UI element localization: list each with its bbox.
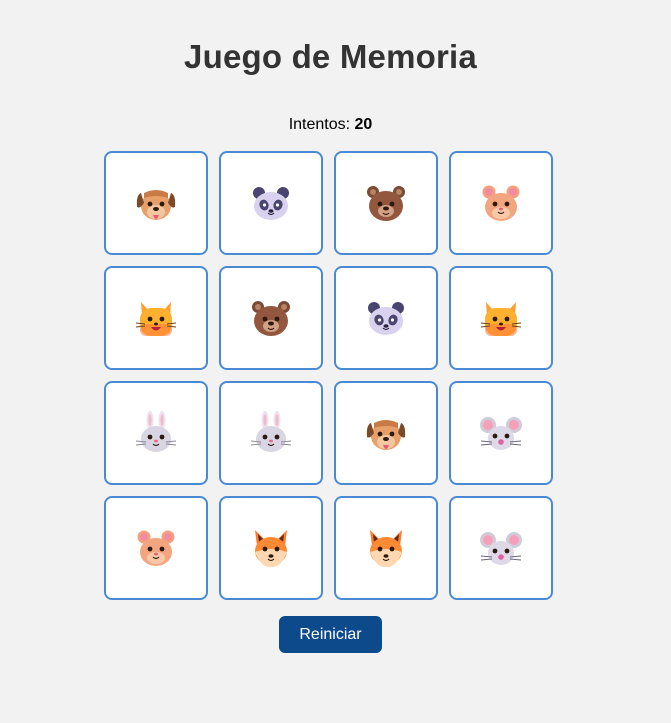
attempts-value: 20 <box>354 116 373 133</box>
memory-card[interactable] <box>449 266 553 370</box>
memory-card[interactable] <box>449 381 553 485</box>
memory-card[interactable] <box>334 151 438 255</box>
memory-card[interactable] <box>449 496 553 600</box>
cat-icon <box>132 294 180 342</box>
page-title: Juego de Memoria <box>184 38 477 75</box>
bear-icon <box>247 294 295 342</box>
memory-card[interactable] <box>219 496 323 600</box>
memory-card[interactable] <box>334 381 438 485</box>
memory-card[interactable] <box>104 266 208 370</box>
cat-icon <box>477 294 525 342</box>
card-grid <box>104 151 553 600</box>
memory-card[interactable] <box>449 151 553 255</box>
memory-game-page: Juego de Memoria Intentos: 20 Reiniciar <box>0 0 671 723</box>
fox-icon <box>362 524 410 572</box>
hamster-icon <box>477 179 525 227</box>
panda-icon <box>247 179 295 227</box>
reset-button[interactable]: Reiniciar <box>279 616 382 653</box>
memory-card[interactable] <box>334 496 438 600</box>
memory-card[interactable] <box>219 381 323 485</box>
memory-card[interactable] <box>104 151 208 255</box>
fox-icon <box>247 524 295 572</box>
rabbit-icon <box>247 409 295 457</box>
memory-card[interactable] <box>219 266 323 370</box>
dog-icon <box>132 179 180 227</box>
memory-card[interactable] <box>219 151 323 255</box>
memory-card[interactable] <box>104 381 208 485</box>
panda-icon <box>362 294 410 342</box>
memory-card[interactable] <box>104 496 208 600</box>
attempts-counter: Intentos: 20 <box>0 116 661 134</box>
rabbit-icon <box>132 409 180 457</box>
hamster-icon <box>132 524 180 572</box>
dog-icon <box>362 409 410 457</box>
bear-icon <box>362 179 410 227</box>
attempts-label: Intentos: <box>288 116 355 133</box>
mouse-icon <box>477 524 525 572</box>
memory-card[interactable] <box>334 266 438 370</box>
mouse-icon <box>477 409 525 457</box>
